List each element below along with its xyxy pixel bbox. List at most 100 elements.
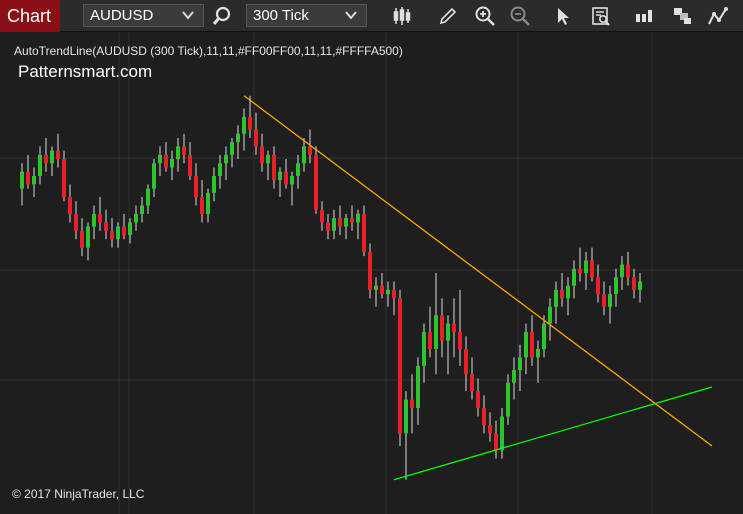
candle-body <box>80 230 84 248</box>
candle-body <box>392 289 396 299</box>
candle <box>626 251 630 286</box>
candle-body <box>20 171 24 189</box>
properties-icon[interactable] <box>633 5 655 27</box>
candle <box>146 184 150 214</box>
candle <box>32 167 36 198</box>
candle-body <box>632 277 636 290</box>
candle <box>104 209 108 240</box>
candle-body <box>338 218 342 227</box>
price-chart[interactable] <box>0 32 743 514</box>
candle-body <box>134 213 138 223</box>
candle-body <box>284 171 288 185</box>
candle-body <box>176 146 180 160</box>
instrument-selector[interactable]: AUDUSD <box>83 4 204 27</box>
chart-window: Chart AUDUSD 300 Tick AutoTrendLine(AUDU… <box>0 0 743 514</box>
candle <box>86 222 90 261</box>
bar-style-icon[interactable] <box>391 5 413 27</box>
candle-body <box>494 433 498 451</box>
candle-body <box>614 277 618 295</box>
candle <box>590 247 594 282</box>
candle-body <box>476 391 480 409</box>
candle-body <box>122 226 126 236</box>
candle-body <box>506 382 510 417</box>
search-icon[interactable] <box>211 5 233 27</box>
candle-body <box>158 154 162 164</box>
instrument-value: AUDUSD <box>90 7 154 24</box>
candle <box>254 112 258 155</box>
candle-body <box>248 116 252 130</box>
candle <box>632 268 636 299</box>
candle <box>164 142 168 172</box>
copyright-label: © 2017 NinjaTrader, LLC <box>12 487 145 501</box>
candle <box>296 154 300 189</box>
candle <box>368 243 372 299</box>
price-chart-panel[interactable]: AutoTrendLine(AUDUSD (300 Tick),11,11,#F… <box>0 32 743 514</box>
candle-body <box>596 277 600 295</box>
chevron-down-icon <box>345 11 357 20</box>
candle <box>500 408 504 459</box>
candle <box>332 209 336 240</box>
candle-body <box>104 222 108 231</box>
chart-tab[interactable]: Chart <box>0 0 60 32</box>
candle <box>602 281 606 316</box>
candle <box>260 133 264 172</box>
candle-body <box>320 209 324 223</box>
candle-body <box>518 357 522 371</box>
indicator-label[interactable]: AutoTrendLine(AUDUSD (300 Tick),11,11,#F… <box>14 44 403 58</box>
zoom-out-icon[interactable] <box>509 5 531 27</box>
candle <box>440 298 444 358</box>
candle-body <box>482 408 486 425</box>
candle <box>242 108 246 151</box>
candle <box>380 273 384 299</box>
candle-body <box>404 399 408 434</box>
candle-body <box>74 213 78 231</box>
candle-body <box>608 294 612 307</box>
candle <box>524 323 528 375</box>
pointer-icon[interactable] <box>552 5 574 27</box>
candle-body <box>308 146 312 155</box>
candle-body <box>536 348 540 358</box>
candle <box>38 146 42 185</box>
pencil-icon[interactable] <box>437 5 459 27</box>
candle-body <box>542 323 546 349</box>
data-box-icon[interactable] <box>590 5 612 27</box>
candle <box>80 218 84 257</box>
candle-body <box>230 142 234 155</box>
candle <box>278 167 282 198</box>
candle-body <box>512 370 516 383</box>
chart-toolbar: Chart AUDUSD 300 Tick <box>0 0 743 32</box>
candle <box>314 146 318 214</box>
candle <box>44 137 48 172</box>
candle <box>26 154 30 189</box>
candle-body <box>500 416 504 451</box>
candle-body <box>452 323 456 333</box>
candle-body <box>356 213 360 223</box>
candle-body <box>236 133 240 143</box>
candle <box>302 137 306 172</box>
candle-body <box>44 154 48 164</box>
candle <box>560 273 564 307</box>
templates-icon[interactable] <box>671 5 693 27</box>
candle-body <box>110 230 114 240</box>
candle <box>20 163 24 206</box>
candle-body <box>446 323 450 341</box>
candle <box>458 289 462 366</box>
candle <box>134 205 138 231</box>
candle-body <box>410 399 414 409</box>
candle <box>284 159 288 189</box>
candle <box>110 218 114 248</box>
candle-body <box>140 205 144 214</box>
candle <box>494 420 498 459</box>
candle-body <box>626 264 630 278</box>
candle-body <box>380 285 384 295</box>
candle <box>572 260 576 299</box>
candle-body <box>260 146 264 164</box>
candle <box>194 163 198 206</box>
candle <box>638 273 642 303</box>
zoom-in-icon[interactable] <box>474 5 496 27</box>
candle-body <box>266 154 270 164</box>
strategy-icon[interactable] <box>707 5 729 27</box>
candle <box>434 273 438 375</box>
candle-body <box>416 365 420 409</box>
interval-selector[interactable]: 300 Tick <box>246 4 367 27</box>
